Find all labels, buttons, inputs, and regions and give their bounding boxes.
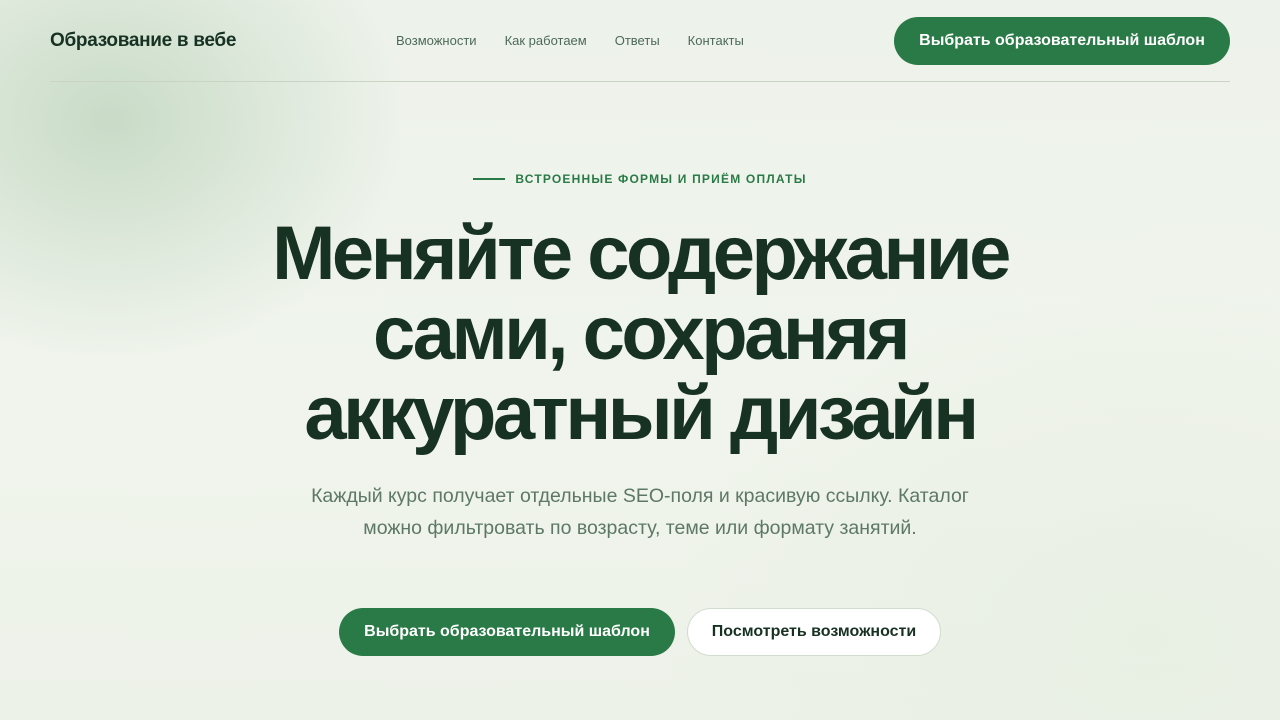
- hero-choose-template-button[interactable]: Выбрать образовательный шаблон: [339, 608, 675, 656]
- brand-logo-text[interactable]: Образование в вебе: [50, 30, 236, 52]
- nav-link-contacts[interactable]: Контакты: [688, 33, 744, 48]
- eyebrow-line-divider: [473, 178, 506, 180]
- eyebrow-text: ВСТРОЕННЫЕ ФОРМЫ И ПРИЁМ ОПЛАТЫ: [515, 172, 807, 186]
- hero-title-line: аккуратный дизайн: [304, 371, 979, 456]
- hero-title-line: Меняйте содержание: [272, 211, 1011, 296]
- header-choose-template-button[interactable]: Выбрать образовательный шаблон: [894, 17, 1230, 65]
- view-features-button[interactable]: Посмотреть возможности: [687, 608, 941, 656]
- nav-link-how-we-work[interactable]: Как работаем: [505, 33, 587, 48]
- hero-title-line: сами, сохраняя: [373, 291, 911, 376]
- nav-link-features[interactable]: Возможности: [396, 33, 477, 48]
- main-nav: Возможности Как работаем Ответы Контакты: [396, 33, 744, 48]
- hero-title: Меняйте содержание сами, сохраняя аккура…: [0, 214, 1280, 454]
- site-header: Образование в вебе Возможности Как работ…: [50, 0, 1230, 82]
- hero-subtitle: Каждый курс получает отдельные SEO-поля …: [311, 485, 969, 539]
- nav-link-faq[interactable]: Ответы: [615, 33, 660, 48]
- hero-eyebrow: ВСТРОЕННЫЕ ФОРМЫ И ПРИЁМ ОПЛАТЫ: [0, 172, 1280, 186]
- hero-actions: Выбрать образовательный шаблон Посмотрет…: [0, 608, 1280, 656]
